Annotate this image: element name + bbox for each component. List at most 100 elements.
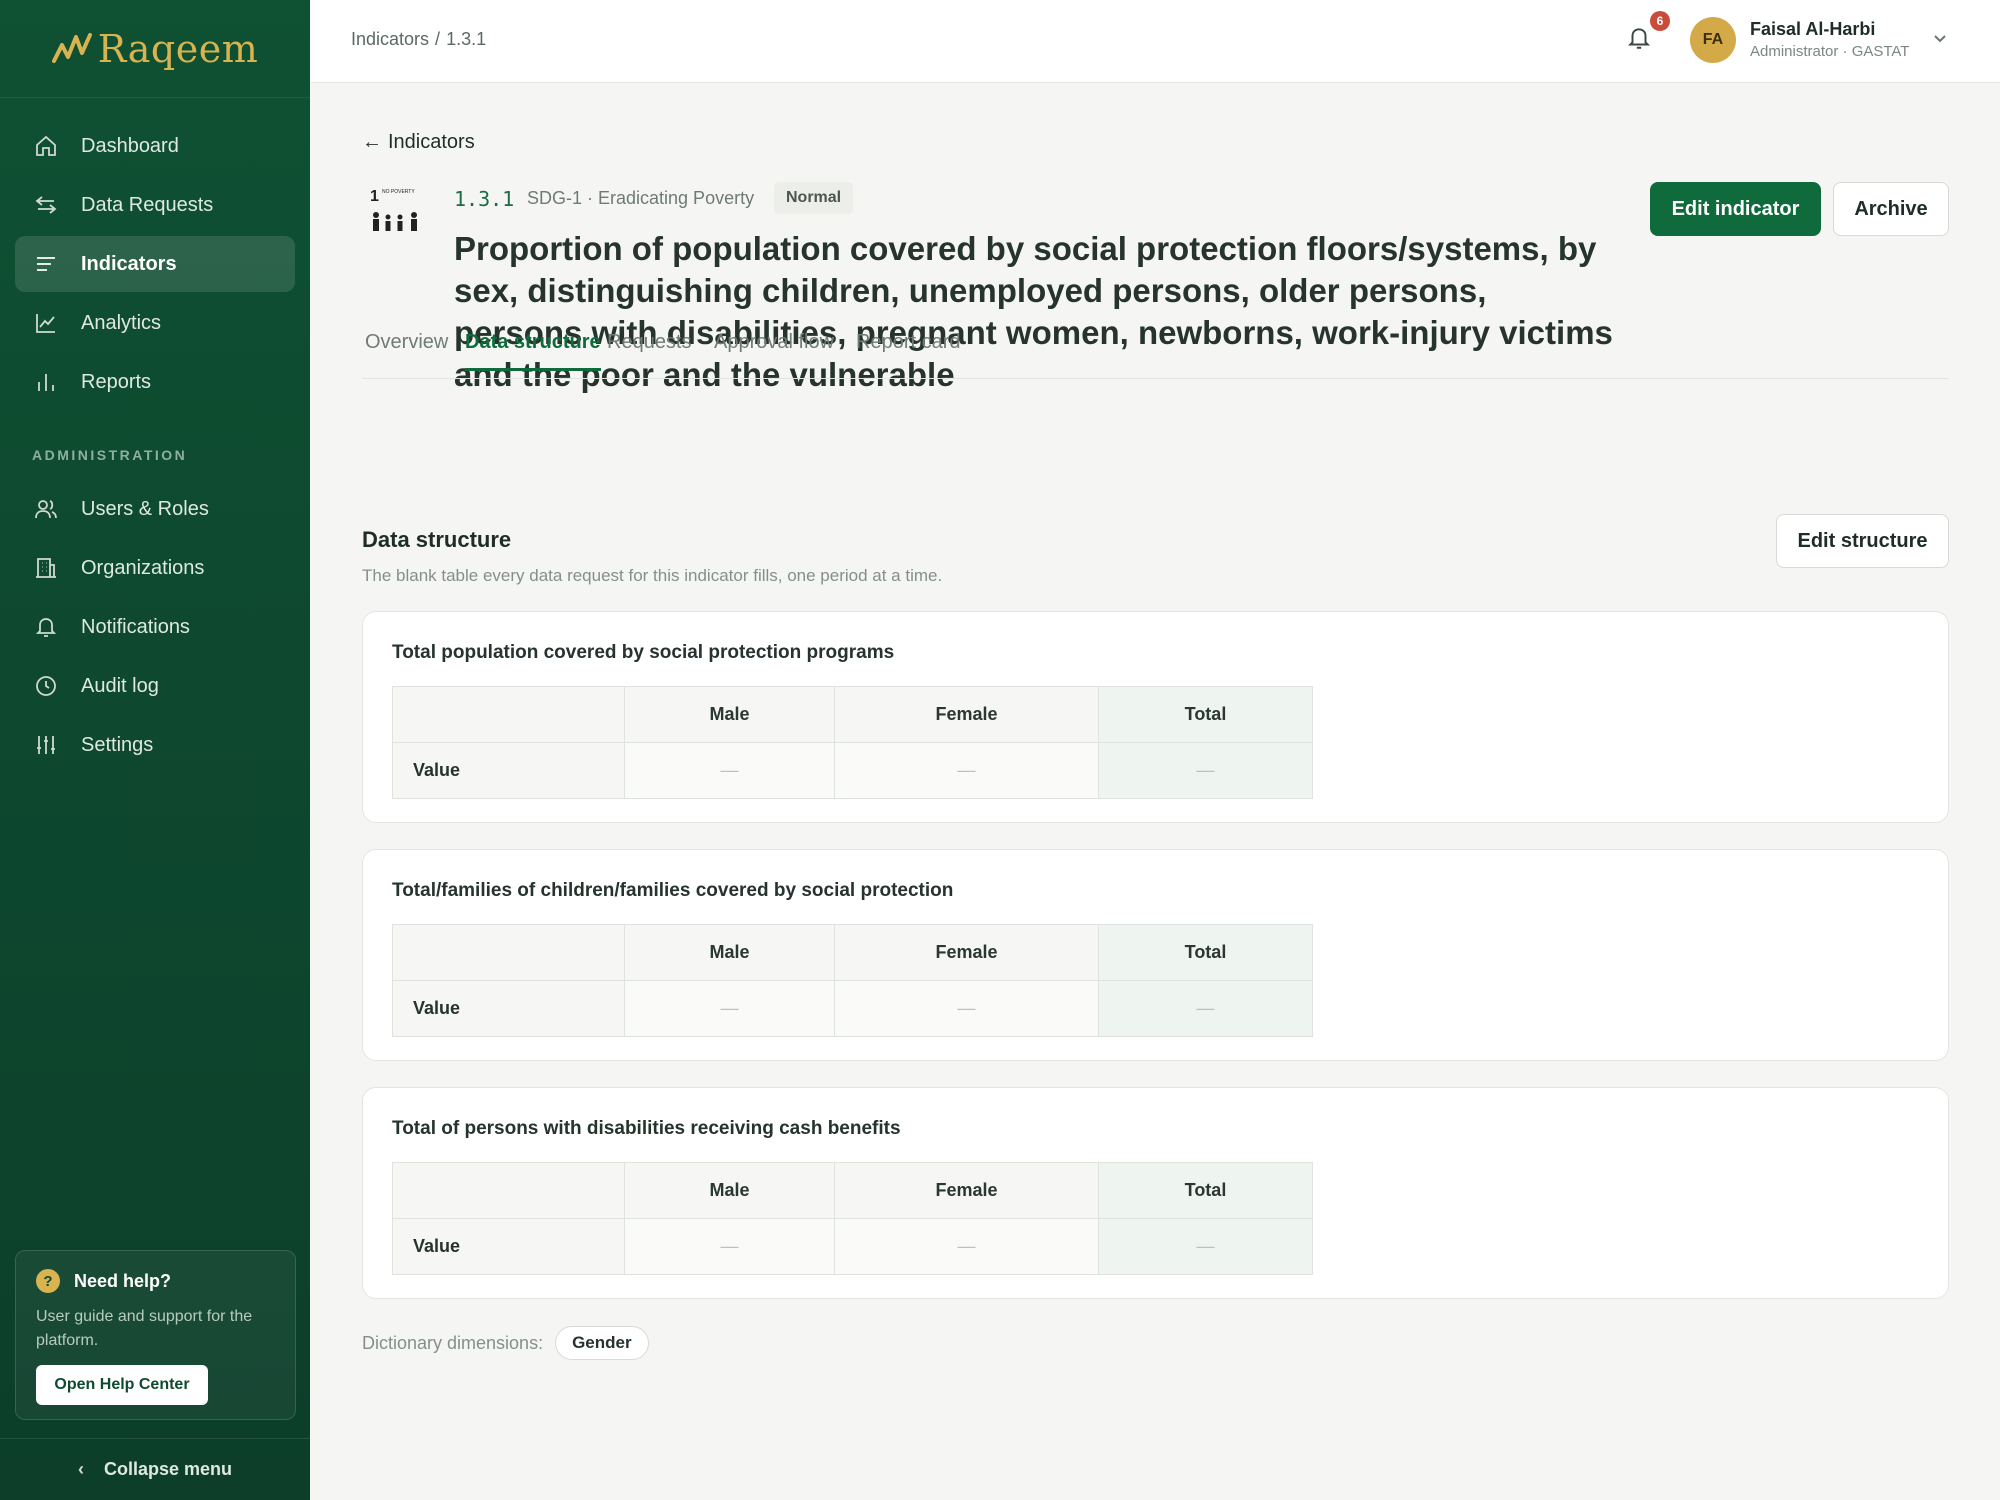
tab-report-card[interactable]: Report card xyxy=(856,331,961,368)
help-title-text: Need help? xyxy=(74,1270,172,1291)
sidebar-item-label: Analytics xyxy=(81,311,162,334)
indicator-goal: SDG-1 · Eradicating Poverty xyxy=(527,188,755,208)
dictionary-dimensions: Dictionary dimensions: Gender xyxy=(362,1326,649,1360)
brand-name: Raqeem xyxy=(97,26,259,71)
table-row: Value — — — xyxy=(392,1218,1313,1275)
sidebar-item-label: Reports xyxy=(81,370,152,393)
notifications-bell-button[interactable] xyxy=(1626,25,1656,55)
table-row: Value — — — xyxy=(392,980,1313,1037)
row-header-value: Value xyxy=(392,980,625,1037)
sidebar-item-label: Organizations xyxy=(81,556,205,579)
sidebar-item-dashboard[interactable]: Dashboard xyxy=(15,118,295,174)
tab-data-structure[interactable]: Data structure xyxy=(465,331,601,371)
main-nav: Dashboard Data Requests Indicators Analy… xyxy=(0,98,310,773)
brand[interactable]: Raqeem xyxy=(0,0,310,98)
edit-indicator-button[interactable]: Edit indicator xyxy=(1650,182,1821,236)
dimension-chip-gender[interactable]: Gender xyxy=(555,1326,649,1360)
sidebar-item-label: Dashboard xyxy=(81,134,179,157)
open-help-center-button[interactable]: Open Help Center xyxy=(36,1365,208,1405)
back-link-label: Indicators xyxy=(388,131,475,153)
list-icon xyxy=(33,251,59,277)
line-chart-icon xyxy=(33,310,59,336)
data-table-card: Total population covered by social prote… xyxy=(362,611,1949,823)
sidebar-item-label: Notifications xyxy=(81,615,190,638)
table-header-row: Male Female Total xyxy=(392,924,1313,981)
table-title: Total population covered by social prote… xyxy=(392,642,895,663)
cell-total: — xyxy=(1098,980,1313,1037)
home-icon xyxy=(33,133,59,159)
data-table: Male Female Total Value — — — xyxy=(392,1162,1313,1275)
main-content: ← Indicators 1 NO POVERTY 1.3.1 SDG-1 · … xyxy=(310,83,2000,1500)
users-icon xyxy=(33,496,59,522)
indicator-code: 1.3.1 xyxy=(454,187,515,211)
sidebar-item-label: Data Requests xyxy=(81,193,214,216)
column-header-female: Female xyxy=(834,686,1099,743)
sidebar-item-notifications[interactable]: Notifications xyxy=(15,599,295,655)
column-header-male: Male xyxy=(624,686,835,743)
corner-cell xyxy=(392,686,625,743)
cell-male[interactable]: — xyxy=(624,742,835,799)
column-header-total: Total xyxy=(1098,924,1313,981)
tab-approval-flow[interactable]: Approval flow xyxy=(714,331,834,368)
data-table-card: Total/families of children/families cove… xyxy=(362,849,1949,1061)
tab-requests[interactable]: Requests xyxy=(607,331,692,368)
collapse-menu-button[interactable]: ‹ Collapse menu xyxy=(0,1438,310,1500)
back-to-indicators-link[interactable]: ← Indicators xyxy=(362,131,475,154)
collapse-menu-label: Collapse menu xyxy=(103,1459,233,1479)
breadcrumb: Indicators /1.3.1 xyxy=(351,29,492,50)
sidebar-item-data-requests[interactable]: Data Requests xyxy=(15,177,295,233)
breadcrumb-indicators[interactable]: Indicators xyxy=(351,29,429,49)
column-header-female: Female xyxy=(834,1162,1099,1219)
help-icon: ? xyxy=(36,1269,60,1293)
sidebar-item-label: Indicators xyxy=(81,252,177,275)
table-header-row: Male Female Total xyxy=(392,1162,1313,1219)
brand-logo: Raqeem xyxy=(51,26,259,71)
table-title: Total/families of children/families cove… xyxy=(392,880,954,901)
archive-button[interactable]: Archive xyxy=(1833,182,1949,236)
edit-structure-button[interactable]: Edit structure xyxy=(1776,514,1949,568)
cell-male[interactable]: — xyxy=(624,1218,835,1275)
cell-male[interactable]: — xyxy=(624,980,835,1037)
admin-section-heading: ADMINISTRATION xyxy=(32,447,188,463)
sliders-icon xyxy=(33,732,59,758)
column-header-male: Male xyxy=(624,924,835,981)
topbar: Indicators /1.3.1 6 FA Faisal Al-Harbi Ad… xyxy=(310,0,2000,83)
sidebar-item-users-roles[interactable]: Users & Roles xyxy=(15,481,295,537)
cell-female[interactable]: — xyxy=(834,742,1099,799)
tab-bar: Overview Data structure Requests Approva… xyxy=(362,331,1949,379)
sidebar-item-organizations[interactable]: Organizations xyxy=(15,540,295,596)
priority-badge: Normal xyxy=(774,182,854,214)
help-card: ? Need help? User guide and support for … xyxy=(15,1250,296,1420)
swap-arrows-icon xyxy=(33,192,59,218)
cell-total: — xyxy=(1098,742,1313,799)
sidebar-item-analytics[interactable]: Analytics xyxy=(15,295,295,351)
user-name[interactable]: Faisal Al-Harbi xyxy=(1750,19,1875,40)
table-row: Value — — — xyxy=(392,742,1313,799)
sidebar-item-audit-log[interactable]: Audit log xyxy=(15,658,295,714)
raqeem-logo-icon xyxy=(51,32,92,63)
table-header-row: Male Female Total xyxy=(392,686,1313,743)
data-table: Male Female Total Value — — — xyxy=(392,924,1313,1037)
data-table: Male Female Total Value — — — xyxy=(392,686,1313,799)
table-title: Total of persons with disabilities recei… xyxy=(392,1118,901,1139)
avatar[interactable]: FA xyxy=(1690,17,1736,63)
section-title: Data structure xyxy=(362,527,512,552)
sidebar-item-reports[interactable]: Reports xyxy=(15,354,295,410)
chevron-left-icon: ‹ xyxy=(77,1459,84,1479)
cell-female[interactable]: — xyxy=(834,1218,1099,1275)
column-header-total: Total xyxy=(1098,686,1313,743)
section-subtitle: The blank table every data request for t… xyxy=(362,566,943,585)
cell-female[interactable]: — xyxy=(834,980,1099,1037)
tab-overview[interactable]: Overview xyxy=(365,331,448,368)
sidebar-item-settings[interactable]: Settings xyxy=(15,717,295,773)
sidebar-item-indicators[interactable]: Indicators xyxy=(15,236,295,292)
row-header-value: Value xyxy=(392,1218,625,1275)
sidebar-item-label: Audit log xyxy=(81,674,159,697)
bell-icon xyxy=(33,614,59,640)
notification-count-badge: 6 xyxy=(1650,11,1670,31)
data-table-card: Total of persons with disabilities recei… xyxy=(362,1087,1949,1299)
chevron-down-icon[interactable] xyxy=(1932,30,1950,48)
column-header-male: Male xyxy=(624,1162,835,1219)
row-header-value: Value xyxy=(392,742,625,799)
sidebar-item-label: Users & Roles xyxy=(81,497,209,520)
